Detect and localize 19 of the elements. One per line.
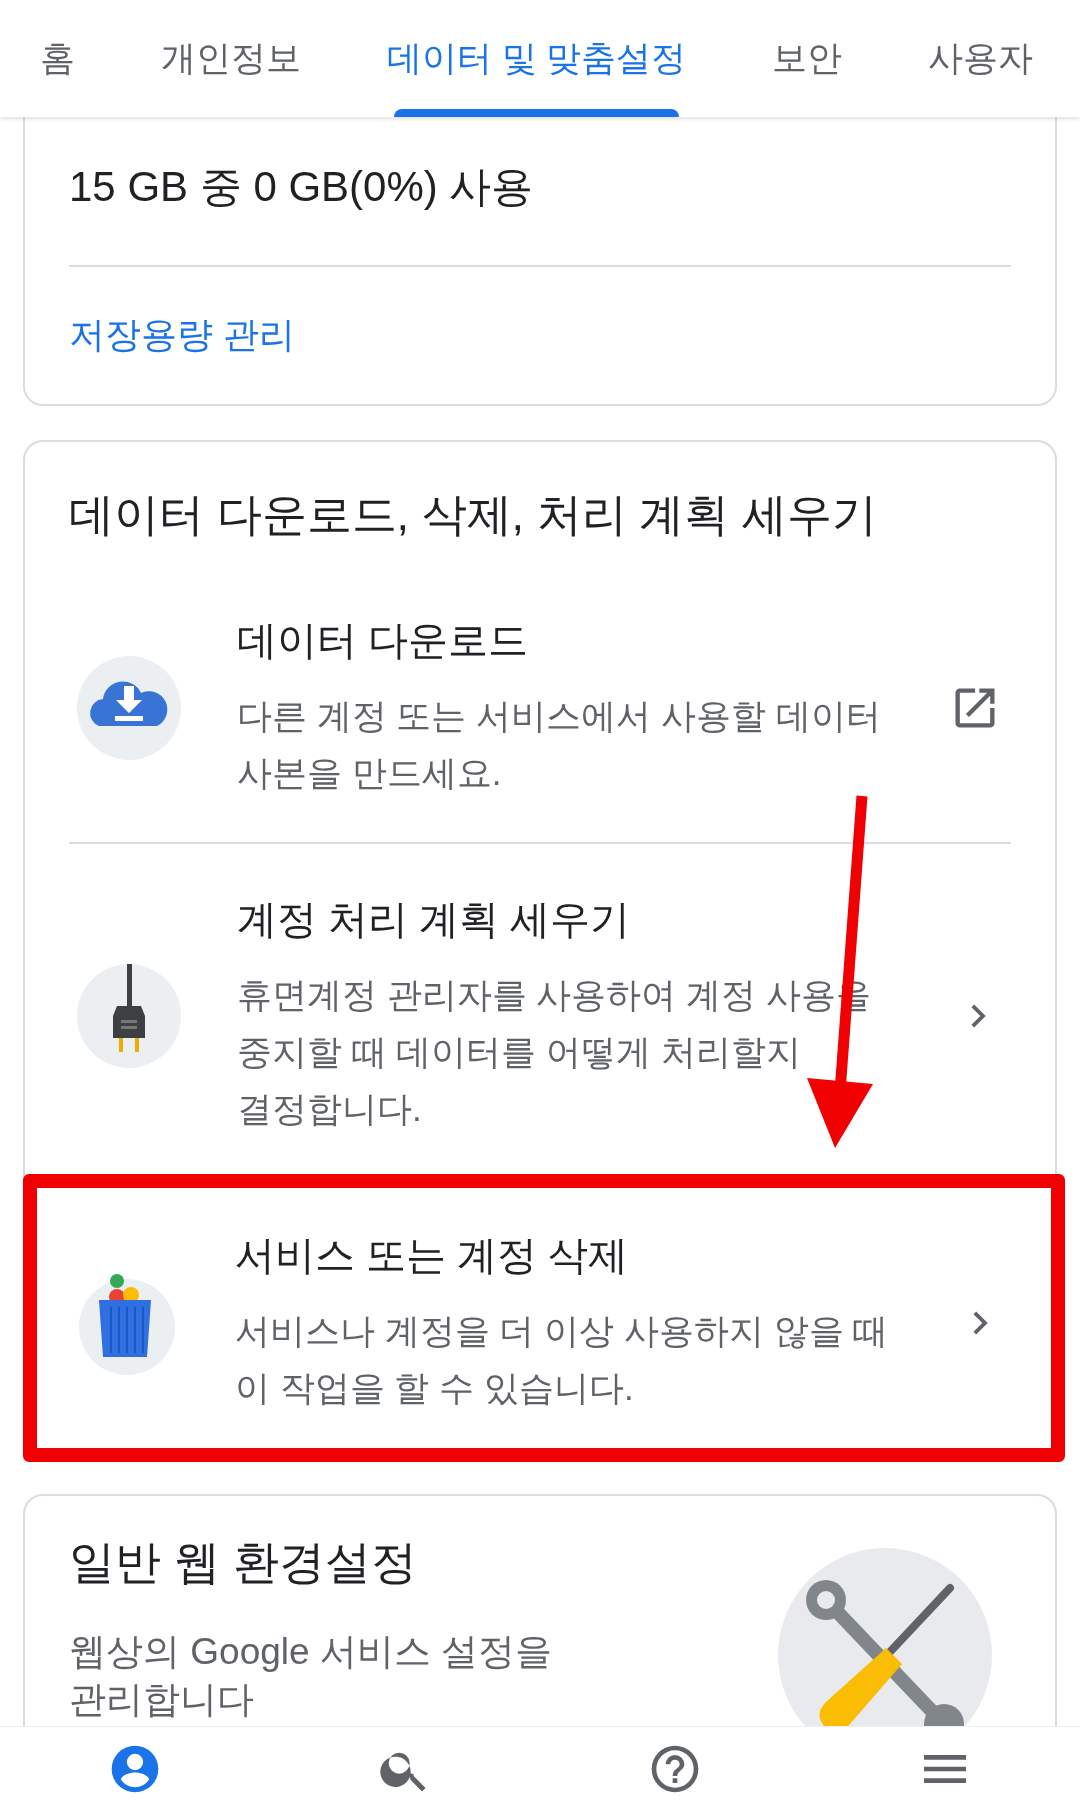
item-title: 계정 처리 계획 세우기 xyxy=(237,896,632,943)
tab[interactable]: 홈 xyxy=(0,0,118,117)
plug-icon xyxy=(77,963,181,1068)
tab[interactable]: 보안 xyxy=(729,0,886,117)
list-item[interactable]: 서비스 또는 계정 삭제 서비스나 계정을 더 이상 사용하지 않을 때 이 작업을 할 수 있습니다. xyxy=(39,1194,1033,1444)
card-title: 데이터 다운로드, 삭제, 처리 계획 세우기 xyxy=(68,490,878,540)
tab[interactable]: 사용자 xyxy=(885,0,1077,117)
item-title: 서비스 또는 계정 삭제 xyxy=(235,1232,630,1279)
tab[interactable]: 개인정보 xyxy=(118,0,344,117)
list-item[interactable]: 데이터 다운로드 다른 계정 또는 서비스에서 사용할 데이터 사본을 만드세요. xyxy=(25,540,1055,842)
card-description: 웹상의 Google 서비스 설정을 관리합니다 xyxy=(69,1630,554,1722)
storage-usage: 15 GB 중 0 GB(0%) 사용 xyxy=(69,163,535,211)
item-description: 서비스나 계정을 더 이상 사용하지 않을 때 이 작업을 할 수 있습니다. xyxy=(235,1310,890,1409)
cloud-download-icon xyxy=(77,656,181,760)
tab[interactable]: 데이터 및 맞춤설정 xyxy=(344,0,730,117)
manage-storage-link[interactable]: 저장용량 관리 xyxy=(69,311,295,359)
card-title: 일반 웹 환경설정 xyxy=(69,1535,418,1590)
item-title: 데이터 다운로드 xyxy=(237,617,530,664)
item-description: 다른 계정 또는 서비스에서 사용할 데이터 사본을 만드세요. xyxy=(237,695,882,794)
